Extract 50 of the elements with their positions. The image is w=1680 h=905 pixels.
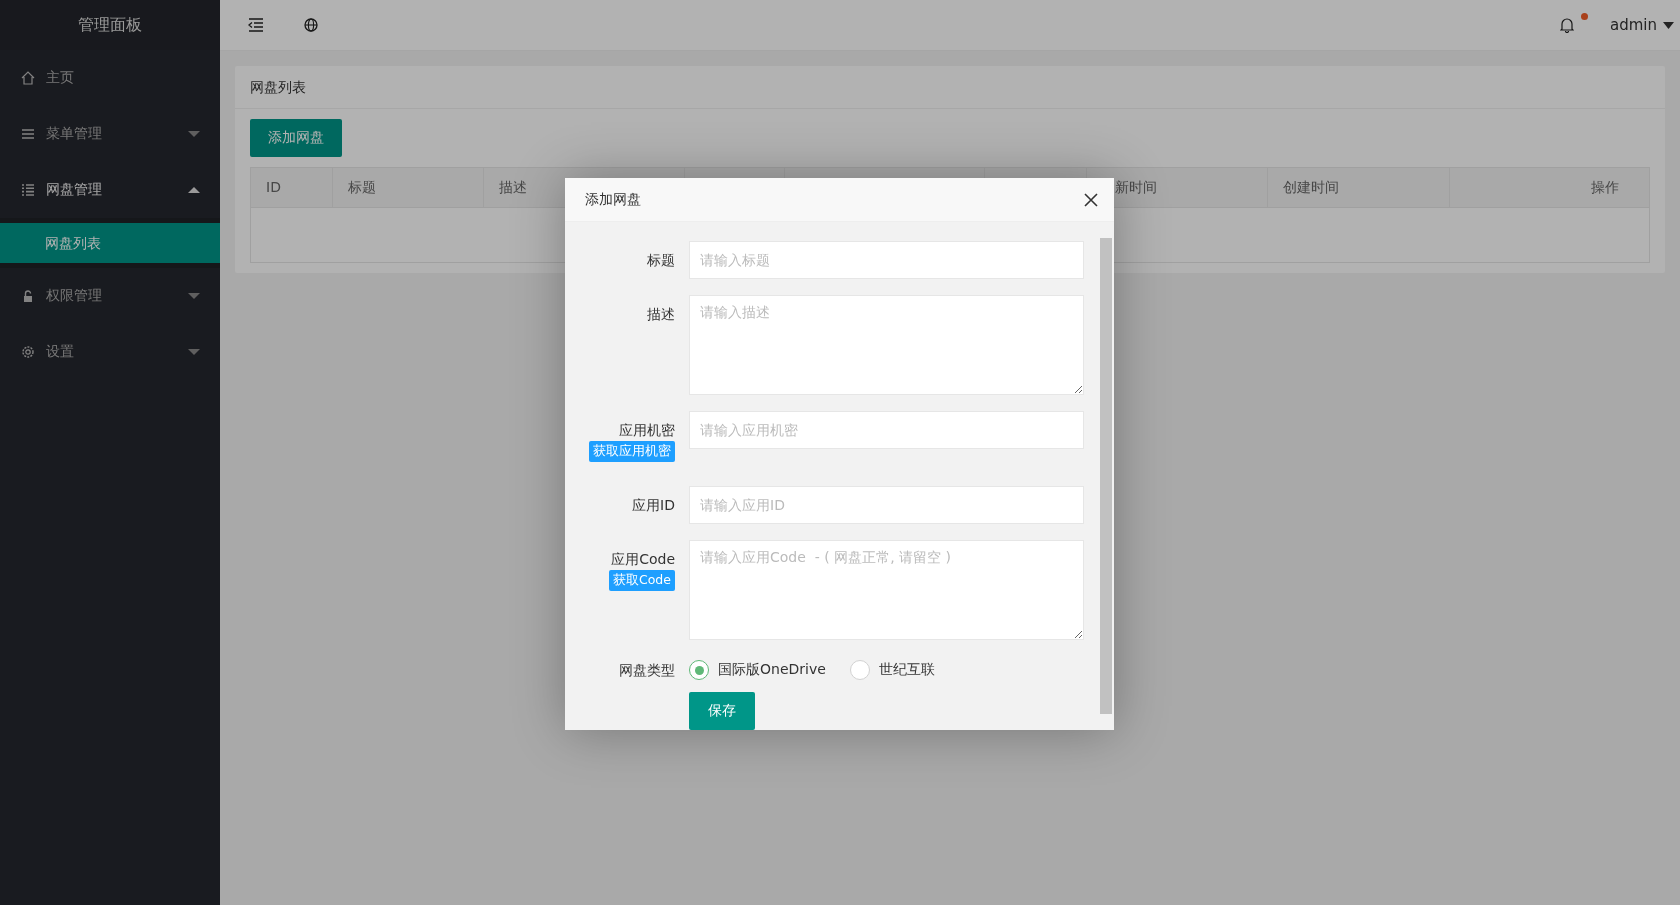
nav-label: 权限管理: [46, 287, 103, 305]
radio-label: 国际版OneDrive: [718, 661, 826, 679]
field-label: 应用Code: [611, 550, 675, 569]
nav-item[interactable]: 网盘管理: [0, 162, 220, 218]
list-icon: [20, 182, 36, 198]
collapse-menu-icon: [248, 18, 264, 32]
text-area[interactable]: 请输入描述: [689, 295, 1084, 395]
nav-label: 主页: [46, 69, 75, 87]
caret-down-icon: [1663, 21, 1674, 29]
add-drive-button[interactable]: 添加网盘: [250, 119, 342, 157]
nav-subitem[interactable]: 网盘列表: [0, 223, 220, 263]
close-icon: [1084, 192, 1098, 207]
home-icon: [20, 70, 36, 86]
modal-title: 添加网盘: [585, 190, 641, 209]
nav-label: 设置: [46, 343, 75, 361]
globe-icon: [304, 18, 318, 32]
radio-button[interactable]: [849, 660, 870, 680]
column-header: ID: [265, 178, 282, 197]
field-label: 标题: [647, 251, 675, 270]
user-menu[interactable]: admin: [1606, 12, 1678, 38]
field-label: 网盘类型: [619, 661, 675, 680]
get-key-button[interactable]: 获取Code: [609, 570, 675, 591]
nav-item[interactable]: 菜单管理: [0, 106, 220, 162]
menu-icon: [20, 126, 36, 142]
caret-down-icon: [188, 292, 200, 300]
get-key-button[interactable]: 获取应用机密: [589, 441, 675, 462]
nav-label: 菜单管理: [46, 125, 103, 143]
text-field[interactable]: 请输入标题: [689, 241, 1084, 279]
field-label: 应用ID: [632, 496, 675, 515]
field-label: 应用机密: [619, 421, 675, 440]
save-button[interactable]: 保存: [689, 692, 755, 730]
text-field[interactable]: 请输入应用ID: [689, 486, 1084, 524]
caret-down-icon: [188, 130, 200, 138]
bell-icon: [1560, 17, 1574, 33]
settings-icon: [20, 344, 36, 360]
column-header: 操作: [1448, 168, 1649, 207]
card-title: 网盘列表: [235, 66, 1665, 109]
caret-down-icon: [188, 348, 200, 356]
text-field[interactable]: 请输入应用机密: [689, 411, 1084, 449]
nav-label: 网盘管理: [46, 181, 103, 199]
caret-up-icon: [188, 186, 200, 194]
text-area[interactable]: 请输入应用Code - ( 网盘正常, 请留空 ): [689, 540, 1084, 640]
nav-item[interactable]: 主页: [0, 50, 220, 106]
nav-item[interactable]: 权限管理: [0, 268, 220, 324]
radio-button[interactable]: [689, 660, 709, 680]
nav-item[interactable]: 设置: [0, 324, 220, 380]
column-header: 标题: [332, 168, 484, 207]
field-label: 描述: [647, 305, 675, 324]
column-header: 创建时间: [1267, 168, 1449, 207]
radio-label: 世纪互联: [878, 661, 935, 679]
